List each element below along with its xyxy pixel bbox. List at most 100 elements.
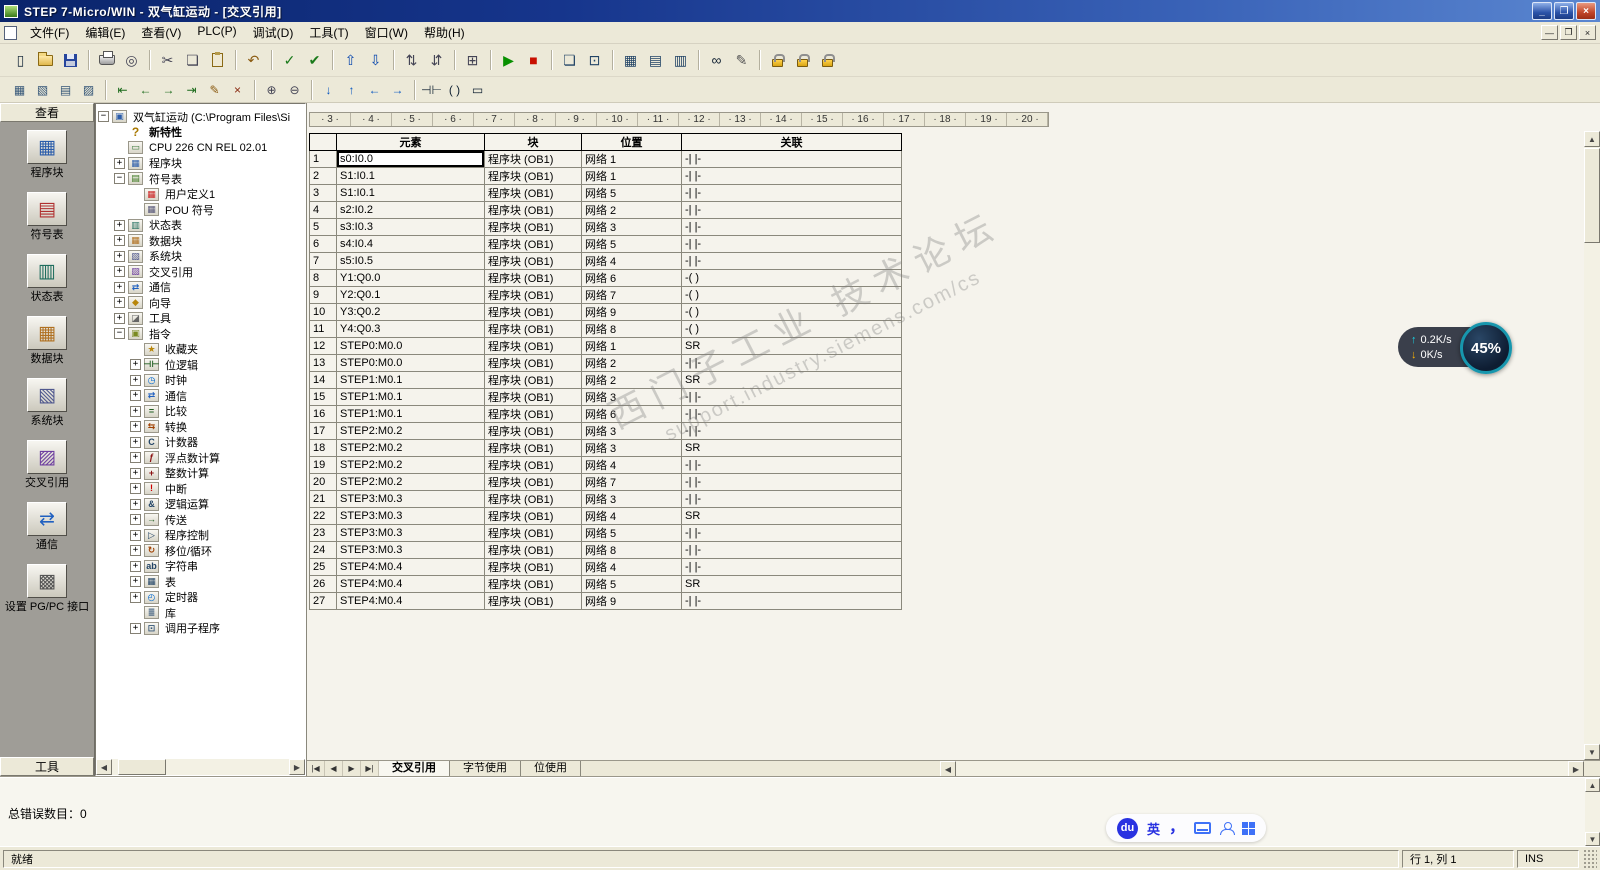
sidebar-item-status-chart[interactable]: ▥ 状态表 <box>0 249 94 311</box>
tab-cross-reference[interactable]: 交叉引用 <box>379 761 450 776</box>
pou-comments-button[interactable]: ▤ <box>54 79 77 100</box>
cell-block[interactable]: 程序块 (OB1) <box>484 337 582 355</box>
tree-item-cpu[interactable]: ▭ CPU 226 CN REL 02.01 <box>96 140 305 156</box>
cell-block[interactable]: 程序块 (OB1) <box>484 473 582 491</box>
cell-location[interactable]: 网络 6 <box>581 405 682 423</box>
row-number-cell[interactable]: 7 <box>309 252 337 270</box>
tree-item-communications[interactable]: + ⇄ 通信 <box>96 280 305 296</box>
ime-keyboard-icon[interactable] <box>1194 822 1212 834</box>
tree-toggle-project-root[interactable]: − <box>98 111 109 123</box>
cell-location[interactable]: 网络 5 <box>581 235 682 253</box>
cell-location[interactable]: 网络 4 <box>581 507 682 525</box>
cell-location[interactable]: 网络 2 <box>581 201 682 219</box>
cell-block[interactable]: 程序块 (OB1) <box>484 252 582 270</box>
tree-toggle-integer-math[interactable]: + <box>130 467 141 479</box>
symbol-table-view-button[interactable]: ▦ <box>618 48 643 72</box>
navigation-bar-header[interactable]: 查看 <box>0 103 94 122</box>
tree-toggle-communications-instructions[interactable]: + <box>130 390 141 402</box>
cell-block[interactable]: 程序块 (OB1) <box>484 354 582 372</box>
cell-block[interactable]: 程序块 (OB1) <box>484 575 582 593</box>
program-status-button[interactable]: ❏ <box>557 48 582 72</box>
menu-file[interactable]: 文件(F) <box>22 22 77 43</box>
row-number-cell[interactable]: 1 <box>309 150 337 168</box>
print-button[interactable] <box>94 48 119 72</box>
tree-item-bit-logic[interactable]: + ⊣⊢ 位逻辑 <box>96 357 305 373</box>
tree-toggle-system-block[interactable]: + <box>114 250 125 262</box>
force-button[interactable] <box>765 48 790 72</box>
tree-item-counters[interactable]: + C 计数器 <box>96 435 305 451</box>
table-horizontal-scrollbar[interactable]: ◀ ▶ <box>940 761 1584 777</box>
cell-location[interactable]: 网络 3 <box>581 218 682 236</box>
row-number-cell[interactable]: 27 <box>309 592 337 610</box>
scroll-right-button[interactable]: ▶ <box>1568 761 1584 777</box>
tree-item-program-block[interactable]: + ▦ 程序块 <box>96 156 305 172</box>
cell-location[interactable]: 网络 7 <box>581 473 682 491</box>
cell-block[interactable]: 程序块 (OB1) <box>484 371 582 389</box>
first-tab-button[interactable]: |◀ <box>307 761 325 776</box>
mdi-document-icon[interactable] <box>4 25 17 40</box>
cell-association[interactable]: -| |- <box>681 456 902 474</box>
cell-element[interactable]: STEP2:M0.2 <box>336 439 485 457</box>
unforce-button[interactable] <box>790 48 815 72</box>
tree-toggle-convert[interactable]: + <box>130 421 141 433</box>
tree-item-shift-rotate[interactable]: + ↻ 移位/循环 <box>96 543 305 559</box>
tree-item-logical-operations[interactable]: + & 逻辑运算 <box>96 497 305 513</box>
goto-first-button[interactable]: ⇤ <box>111 79 134 100</box>
cell-block[interactable]: 程序块 (OB1) <box>484 405 582 423</box>
cell-location[interactable]: 网络 8 <box>581 320 682 338</box>
minimize-button[interactable]: _ <box>1532 2 1552 20</box>
cell-location[interactable]: 网络 4 <box>581 558 682 576</box>
cell-association[interactable]: -| |- <box>681 405 902 423</box>
data-block-view-button[interactable]: ▥ <box>668 48 693 72</box>
scroll-up-button[interactable]: ▲ <box>1585 778 1600 792</box>
memory-percent-badge[interactable]: 45% <box>1460 322 1512 374</box>
row-number-cell[interactable]: 18 <box>309 439 337 457</box>
tree-toggle-program-block[interactable]: + <box>114 157 125 169</box>
view-symbol-info-button[interactable]: ▨ <box>77 79 100 100</box>
cell-block[interactable]: 程序块 (OB1) <box>484 422 582 440</box>
cell-association[interactable]: -| |- <box>681 235 902 253</box>
row-number-cell[interactable]: 10 <box>309 303 337 321</box>
menu-view[interactable]: 查看(V) <box>133 22 189 43</box>
row-number-cell[interactable]: 9 <box>309 286 337 304</box>
tree-horizontal-scrollbar[interactable]: ◀ ▶ <box>96 759 305 775</box>
menu-edit[interactable]: 编辑(E) <box>77 22 133 43</box>
cell-element[interactable]: Y4:Q0.3 <box>336 320 485 338</box>
cell-block[interactable]: 程序块 (OB1) <box>484 456 582 474</box>
mdi-minimize-button[interactable]: — <box>1541 25 1558 40</box>
row-number-cell[interactable]: 15 <box>309 388 337 406</box>
tree-item-status-chart[interactable]: + ▥ 状态表 <box>96 218 305 234</box>
cell-element[interactable]: s0:I0.0 <box>336 150 485 168</box>
open-button[interactable] <box>33 48 58 72</box>
clear-cell-button[interactable]: × <box>226 79 249 100</box>
sort-ascending-button[interactable]: ⇅ <box>399 48 424 72</box>
tree-toggle-clock[interactable]: + <box>130 374 141 386</box>
cell-element[interactable]: s3:I0.3 <box>336 218 485 236</box>
sidebar-item-set-pg-pc-interface[interactable]: ▩ 设置 PG/PC 接口 <box>0 559 94 621</box>
tree-item-system-block[interactable]: + ▧ 系统块 <box>96 249 305 265</box>
undo-button[interactable]: ↶ <box>241 48 266 72</box>
cell-location[interactable]: 网络 4 <box>581 252 682 270</box>
tree-toggle-logical-operations[interactable]: + <box>130 498 141 510</box>
cell-association[interactable]: -( ) <box>681 320 902 338</box>
ime-language-indicator[interactable]: 英 <box>1147 819 1160 838</box>
cell-block[interactable]: 程序块 (OB1) <box>484 286 582 304</box>
tab-byte-usage[interactable]: 字节使用 <box>450 761 521 776</box>
tree-item-call-subroutines[interactable]: + ⊡ 调用子程序 <box>96 621 305 637</box>
resize-grip[interactable] <box>1582 849 1597 868</box>
cell-element[interactable]: Y1:Q0.0 <box>336 269 485 287</box>
tree-item-communications-instructions[interactable]: + ⇄ 通信 <box>96 388 305 404</box>
row-number-cell[interactable]: 3 <box>309 184 337 202</box>
cell-association[interactable]: SR <box>681 337 902 355</box>
upload-button[interactable]: ⇧ <box>338 48 363 72</box>
cell-element[interactable]: STEP2:M0.2 <box>336 422 485 440</box>
cell-association[interactable]: -| |- <box>681 490 902 508</box>
tree-item-instructions[interactable]: − ▣ 指令 <box>96 326 305 342</box>
cell-location[interactable]: 网络 9 <box>581 303 682 321</box>
cell-association[interactable]: -| |- <box>681 592 902 610</box>
cell-association[interactable]: -( ) <box>681 269 902 287</box>
column-header-location[interactable]: 位置 <box>581 133 682 151</box>
menu-window[interactable]: 窗口(W) <box>357 22 416 43</box>
tree-item-timers[interactable]: + ◴ 定时器 <box>96 590 305 606</box>
cell-location[interactable]: 网络 4 <box>581 456 682 474</box>
